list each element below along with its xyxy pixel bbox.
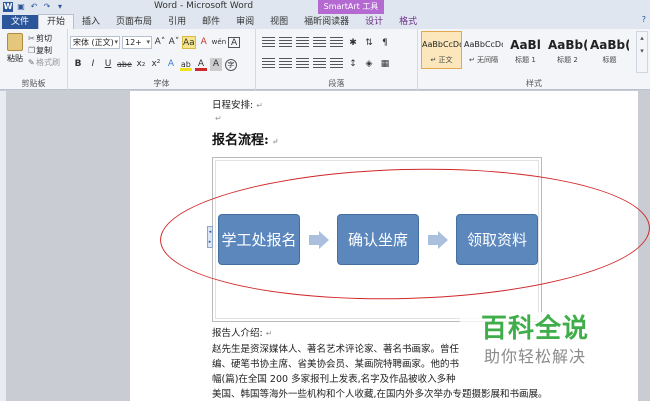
vertical-ruler <box>0 91 6 401</box>
font-name-combo[interactable]: 宋体 (正文) <box>70 36 120 49</box>
tab-smartart-format[interactable]: 格式 <box>391 15 425 29</box>
paragraph-group: ✱ ⇅ ¶ ↕ ◈ ▦ 段落 <box>256 29 418 90</box>
font-group: 宋体 (正文) 12+ A˄ A˅ Aa A wén A B I U abe x… <box>68 29 256 90</box>
smartart-step-1[interactable]: 学工处报名 <box>218 214 300 265</box>
styles-group: AaBbCcDd ↵ 正文 AaBbCcDd ↵ 无间隔 AaBl 标题 1 A… <box>418 29 650 90</box>
shrink-font-button[interactable]: A˅ <box>168 36 180 49</box>
phonetic-guide-button[interactable]: wén <box>212 36 226 49</box>
font-group-label: 字体 <box>153 79 170 88</box>
paste-button[interactable]: 粘贴 <box>4 33 26 71</box>
tab-home[interactable]: 开始 <box>38 14 75 29</box>
smartart-step-3[interactable]: 领取资料 <box>456 214 538 265</box>
body-line-2: 编、硬笔书协主席、省美协会员、某画院特聘画家。他的书 <box>212 359 460 370</box>
clipboard-icon <box>7 33 23 51</box>
format-painter-button[interactable]: ✎格式刷 <box>28 57 60 69</box>
enclose-char-button[interactable]: 字 <box>224 58 237 71</box>
align-left-icon[interactable] <box>262 58 275 69</box>
align-center-icon[interactable] <box>279 58 292 69</box>
style-title[interactable]: AaBb( 标题 <box>589 31 630 69</box>
styles-scroll[interactable]: ▴ ▾ <box>636 31 648 73</box>
strikethrough-button[interactable]: abe <box>117 58 132 71</box>
schedule-line: 日程安排: ↵ <box>212 100 263 111</box>
smartart-frame[interactable]: ◂ ▸ 学工处报名 确认坐席 领取资料 <box>207 157 542 322</box>
numbering-icon[interactable] <box>279 37 292 48</box>
window-title: Word - Microsoft Word <box>154 1 254 11</box>
style-no-spacing[interactable]: AaBbCcDd ↵ 无间隔 <box>463 31 504 69</box>
underline-button[interactable]: U <box>102 58 114 71</box>
show-marks-icon[interactable]: ¶ <box>379 37 391 50</box>
superscript-button[interactable]: x² <box>150 58 162 71</box>
grow-font-button[interactable]: A˄ <box>154 36 166 49</box>
quick-access-toolbar: W ▣ ↶ ↷ ▾ <box>0 0 65 14</box>
text-pane-toggle-icon[interactable]: ◂ ▸ <box>207 226 213 248</box>
paragraph-group-label: 段落 <box>328 79 345 88</box>
line-spacing-icon[interactable]: ↕ <box>347 58 359 71</box>
tab-file[interactable]: 文件 <box>2 15 39 29</box>
copy-icon: ❐ <box>28 46 36 55</box>
tab-view[interactable]: 视图 <box>262 15 296 29</box>
shading-icon[interactable]: ◈ <box>363 58 375 71</box>
chinese-layout-icon[interactable]: ✱ <box>347 37 359 50</box>
subscript-button[interactable]: x₂ <box>135 58 147 71</box>
tab-page-layout[interactable]: 页面布局 <box>108 15 160 29</box>
char-border-button[interactable]: A <box>228 37 241 48</box>
increase-indent-icon[interactable] <box>330 37 343 48</box>
justify-icon[interactable] <box>313 58 326 69</box>
decrease-indent-icon[interactable] <box>313 37 326 48</box>
clear-format-icon[interactable]: A <box>198 36 210 49</box>
customize-qa-icon[interactable]: ▾ <box>55 2 65 12</box>
ribbon-tabs: 文件 开始 插入 页面布局 引用 邮件 审阅 视图 福昕阅读器 设计 格式 ? <box>0 14 650 29</box>
empty-paragraph: ↵ <box>215 114 222 123</box>
body-line-3: 幅(篇)在全国 200 多家报刊上发表,名字及作品被收入多种 <box>212 374 456 385</box>
smartart-tools-label: SmartArt 工具 <box>318 0 384 14</box>
smartart-step-2[interactable]: 确认坐席 <box>337 214 419 265</box>
tab-insert[interactable]: 插入 <box>74 15 108 29</box>
clipboard-group: 粘贴 ✂剪切 ❐复制 ✎格式刷 剪贴板 <box>0 29 68 90</box>
style-heading-1[interactable]: AaBl 标题 1 <box>505 31 546 69</box>
multilevel-list-icon[interactable] <box>296 37 309 48</box>
brush-icon: ✎ <box>28 58 35 67</box>
style-heading-2[interactable]: AaBb( 标题 2 <box>547 31 588 69</box>
cut-button[interactable]: ✂剪切 <box>28 33 60 45</box>
body-line-1: 赵先生是资深媒体人、著名艺术评论家、著名书画家。曾任 <box>212 344 460 355</box>
tab-mailings[interactable]: 邮件 <box>194 15 228 29</box>
styles-group-label: 样式 <box>526 79 542 88</box>
font-size-combo[interactable]: 12+ <box>122 36 152 49</box>
watermark-logo: 百科全说 助你轻松解决 <box>460 312 610 382</box>
redo-icon[interactable]: ↷ <box>42 2 52 12</box>
distributed-icon[interactable] <box>330 58 343 69</box>
italic-button[interactable]: I <box>87 58 99 71</box>
bold-button[interactable]: B <box>72 58 84 71</box>
borders-icon[interactable]: ▦ <box>379 58 391 71</box>
tab-foxit-reader[interactable]: 福昕阅读器 <box>296 15 357 29</box>
undo-icon[interactable]: ↶ <box>29 2 39 12</box>
intro-label: 报告人介绍: ↵ <box>212 328 273 339</box>
style-normal[interactable]: AaBbCcDd ↵ 正文 <box>421 31 462 69</box>
help-icon[interactable]: ? <box>642 15 646 24</box>
text-effects-button[interactable]: A <box>165 58 177 71</box>
bullets-icon[interactable] <box>262 37 275 48</box>
highlight-button[interactable]: ab <box>179 58 192 71</box>
scissors-icon: ✂ <box>28 34 35 43</box>
title-bar: W ▣ ↶ ↷ ▾ Word - Microsoft Word SmartArt… <box>0 0 650 14</box>
tab-references[interactable]: 引用 <box>160 15 194 29</box>
ribbon-body: 粘贴 ✂剪切 ❐复制 ✎格式刷 剪贴板 宋体 (正文) 12+ A˄ A˅ Aa… <box>0 29 650 90</box>
char-shading-button[interactable]: A <box>209 58 222 71</box>
save-icon[interactable]: ▣ <box>16 2 26 12</box>
copy-button[interactable]: ❐复制 <box>28 45 60 57</box>
registration-heading: 报名流程: ↵ <box>212 133 279 148</box>
clipboard-group-label: 剪贴板 <box>21 79 46 88</box>
tab-review[interactable]: 审阅 <box>228 15 262 29</box>
sort-icon[interactable]: ⇅ <box>363 37 375 50</box>
body-line-4: 美国、韩国等海外一些机构和个人收藏,在国内外多次举办专题摄影展和书画展。 <box>212 389 548 400</box>
font-color-button[interactable]: A <box>194 58 207 71</box>
tab-smartart-design[interactable]: 设计 <box>357 15 391 29</box>
change-case-button[interactable]: Aa <box>182 36 196 49</box>
align-right-icon[interactable] <box>296 58 309 69</box>
word-icon[interactable]: W <box>3 2 13 12</box>
